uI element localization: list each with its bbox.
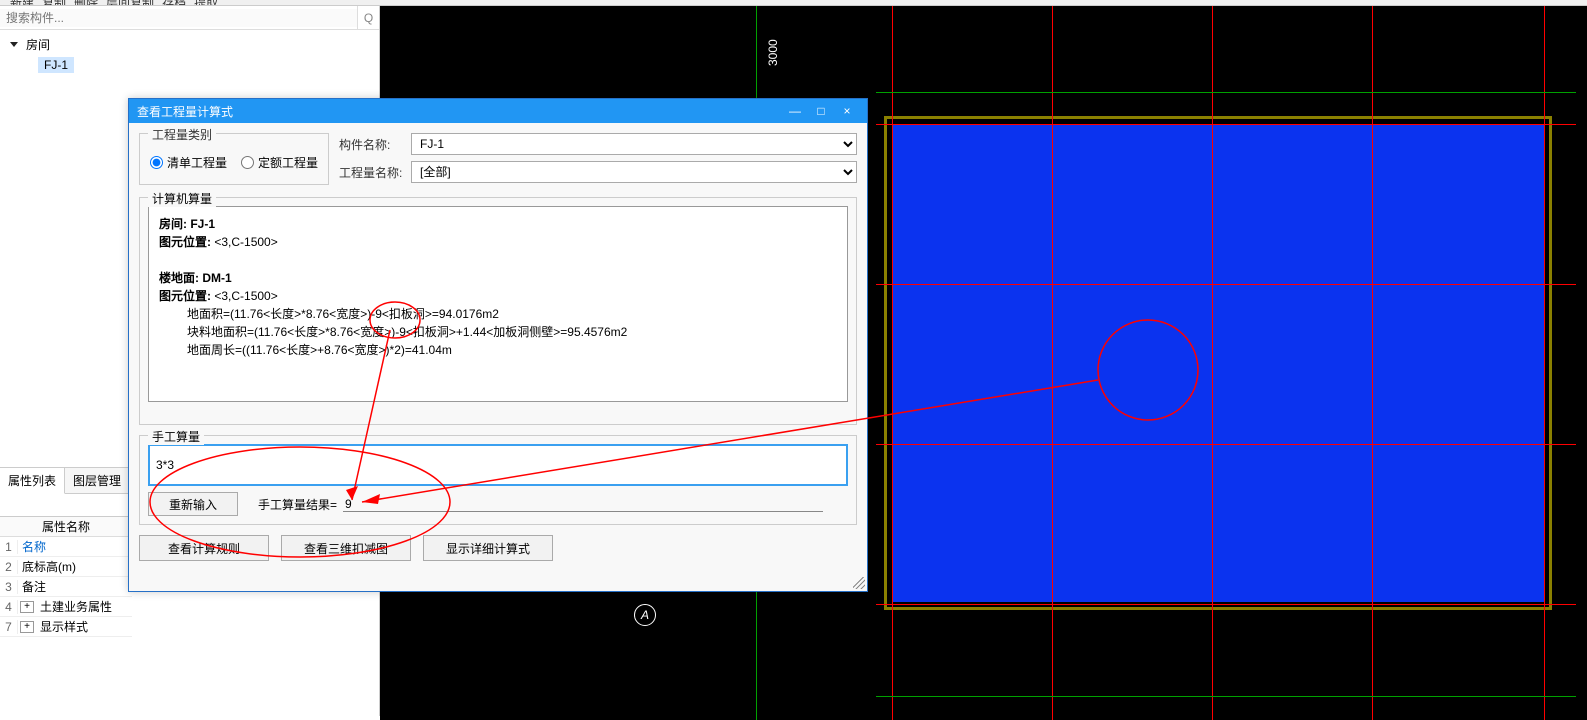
tree-root-label: 房间 [26,36,50,53]
axis-bubble: A [634,604,656,626]
computer-calc-group: 计算机算量 房间: FJ-1 图元位置: <3,C-1500> 楼地面: DM-… [139,197,857,425]
component-select[interactable]: FJ-1 [411,133,857,155]
prop-header: 属性名称 [0,517,132,537]
grid-line [1372,6,1373,720]
minimize-icon[interactable]: — [783,101,807,121]
radio-quota[interactable]: 定额工程量 [241,154,318,171]
result-label: 手工算量结果= [258,496,337,513]
tab-layers[interactable]: 图层管理 [65,468,130,494]
grid-line [1544,6,1545,720]
dialog-title: 查看工程量计算式 [137,103,783,120]
search-input[interactable] [0,9,357,27]
search-row: Q [0,6,379,30]
quantity-label: 工程量名称: [339,164,411,181]
drawing-grid: 3000 A [876,6,1556,616]
manual-calc-group: 手工算量 重新输入 手工算量结果= 9 [139,435,857,525]
reinput-button[interactable]: 重新输入 [148,492,238,516]
tab-properties[interactable]: 属性列表 [0,468,65,494]
component-label: 构件名称: [339,136,411,153]
grid-line [876,444,1576,445]
aux-line [876,696,1576,697]
grid-line [876,124,1576,125]
manual-input[interactable] [148,444,848,486]
grid-line [876,604,1576,605]
prop-row[interactable]: 1名称 [0,537,132,557]
tree-child[interactable]: FJ-1 [38,57,74,73]
result-value: 9 [343,497,823,512]
grid-line [876,284,1576,285]
close-icon[interactable]: × [835,101,859,121]
grid-line [892,6,893,720]
view-rule-button[interactable]: 查看计算规则 [139,535,269,561]
group-legend: 工程量类别 [148,126,216,143]
tree-root-row[interactable]: 房间 [10,36,369,53]
prop-row[interactable]: 4+土建业务属性 [0,597,132,617]
prop-row[interactable]: 7+显示样式 [0,617,132,637]
room-outline [884,116,1552,610]
resize-grip[interactable] [853,577,865,589]
prop-row[interactable]: 3备注 [0,577,132,597]
component-tree: 房间 FJ-1 [0,30,379,79]
grid-line [1052,6,1053,720]
radio-list[interactable]: 清单工程量 [150,154,227,171]
quantity-type-group: 工程量类别 清单工程量 定额工程量 [139,133,329,185]
search-icon[interactable]: Q [357,6,379,29]
group-legend: 手工算量 [148,428,204,445]
maximize-icon[interactable]: □ [809,101,833,121]
view-detail-button[interactable]: 显示详细计算式 [423,535,553,561]
calc-text[interactable]: 房间: FJ-1 图元位置: <3,C-1500> 楼地面: DM-1 图元位置… [148,206,848,402]
chevron-down-icon [10,42,18,47]
property-tabs: 属性列表 图层管理 [0,467,132,494]
quantity-select[interactable]: [全部] [411,161,857,183]
property-grid: 属性名称 1名称2底标高(m)3备注4+土建业务属性7+显示样式 [0,516,132,716]
prop-row[interactable]: 2底标高(m) [0,557,132,577]
group-legend: 计算机算量 [148,190,216,207]
calculation-dialog: 查看工程量计算式 — □ × 工程量类别 清单工程量 定额工程量 构件名称: F… [128,98,868,592]
dialog-titlebar[interactable]: 查看工程量计算式 — □ × [129,99,867,123]
grid-line [1212,6,1213,720]
view-3d-button[interactable]: 查看三维扣减图 [281,535,411,561]
aux-line [876,92,1576,93]
dimension-text: 3000 [766,39,780,66]
